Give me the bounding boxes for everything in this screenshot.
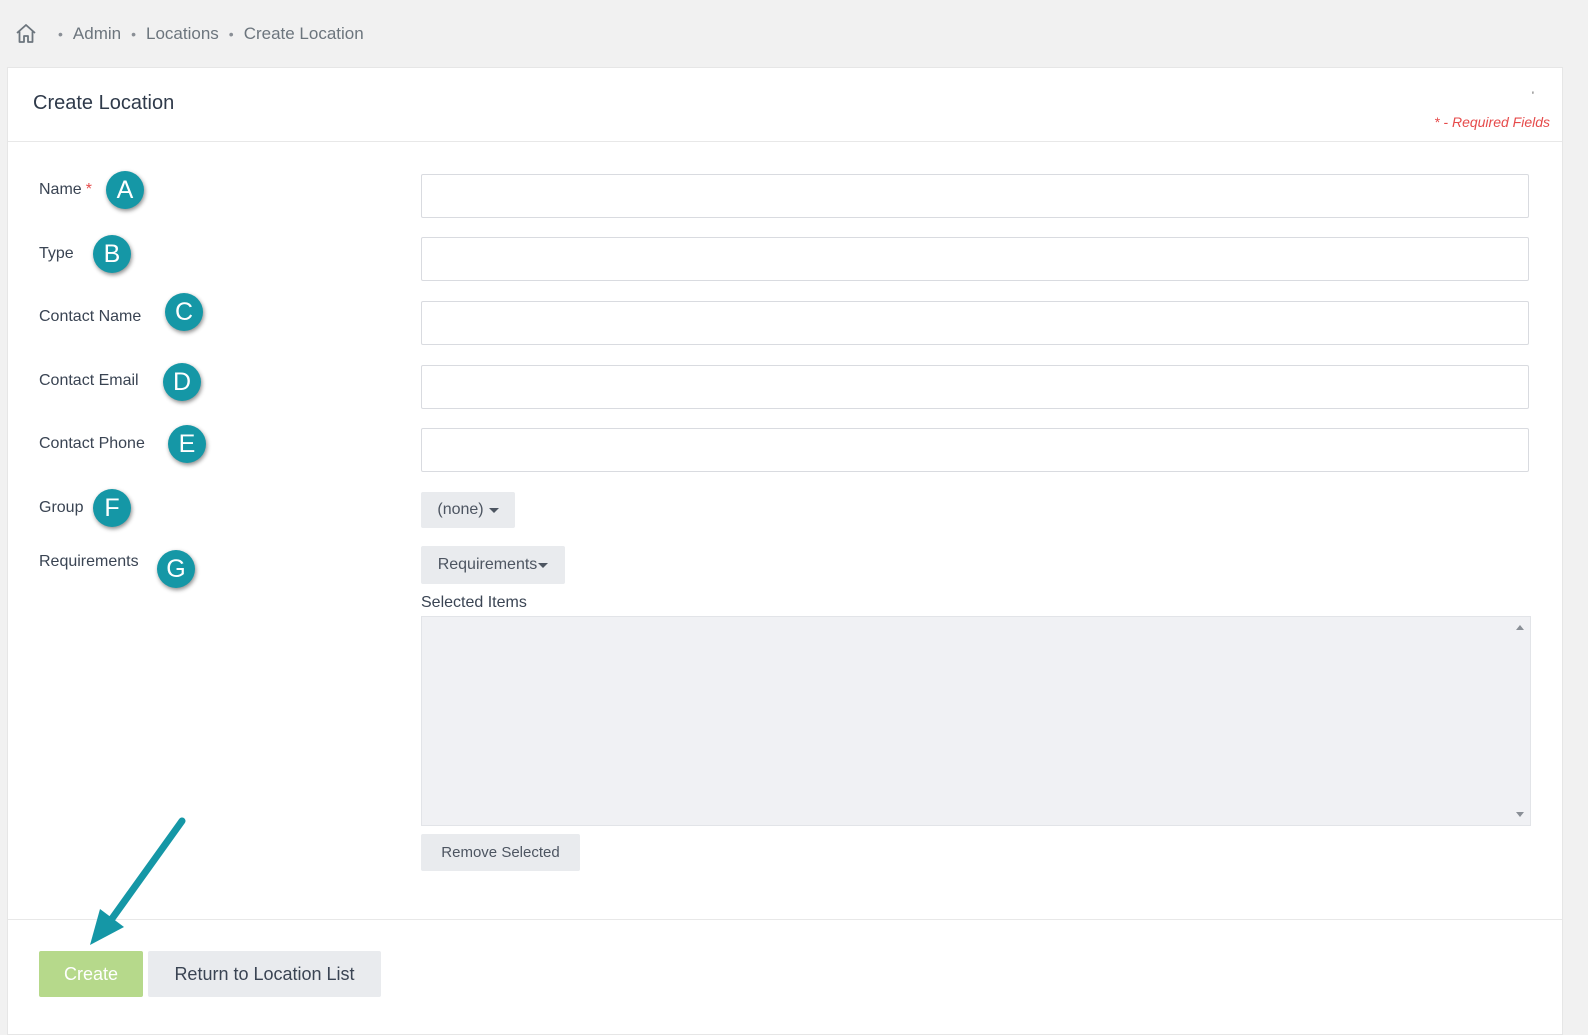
annotation-badge-f: F: [93, 489, 131, 527]
selected-items-label: Selected Items: [421, 594, 527, 611]
requirements-label: Requirements: [39, 553, 139, 570]
chevron-down-icon: [488, 507, 499, 513]
required-star: *: [85, 181, 92, 198]
annotation-badge-c: C: [165, 293, 203, 331]
home-icon[interactable]: [14, 22, 38, 46]
annotation-badge-a: A: [106, 171, 144, 209]
page-title: Create Location: [33, 92, 175, 114]
breadcrumb-admin[interactable]: Admin: [73, 24, 121, 44]
name-input[interactable]: [421, 174, 1529, 218]
scroll-down-icon[interactable]: [1516, 812, 1524, 817]
breadcrumb-separator: •: [58, 26, 63, 42]
contact-email-input[interactable]: [421, 365, 1529, 409]
breadcrumb-locations[interactable]: Locations: [146, 24, 219, 44]
annotation-badge-b: B: [93, 235, 131, 273]
contact-phone-input[interactable]: [421, 428, 1529, 472]
required-fields-note: * - Required Fields: [1434, 114, 1550, 130]
annotation-badge-g: G: [157, 550, 195, 588]
name-label: Name *: [39, 181, 92, 199]
chevron-down-icon: [538, 562, 549, 568]
selected-items-listbox[interactable]: [421, 616, 1531, 826]
type-label: Type: [39, 245, 74, 262]
name-label-text: Name: [39, 181, 82, 198]
requirements-dropdown[interactable]: Requirements: [421, 546, 565, 584]
return-to-location-list-button[interactable]: Return to Location List: [148, 951, 381, 997]
requirements-dropdown-label: Requirements: [437, 556, 538, 573]
contact-name-label: Contact Name: [39, 308, 142, 325]
annotation-badge-d: D: [163, 363, 201, 401]
breadcrumb-separator: •: [131, 26, 136, 42]
breadcrumb-current: Create Location: [243, 24, 364, 43]
contact-name-input[interactable]: [421, 301, 1529, 345]
breadcrumb-separator: •: [228, 26, 234, 42]
create-location-card: Create Location ' * - Required Fields Na…: [7, 67, 1563, 1035]
annotation-badge-e: E: [168, 425, 206, 463]
group-dropdown-value: (none): [437, 501, 484, 518]
type-input[interactable]: [421, 237, 1529, 281]
create-button[interactable]: Create: [39, 951, 143, 997]
breadcrumb: • Admin • Locations • Create Location: [14, 20, 364, 48]
group-dropdown[interactable]: (none): [421, 492, 515, 528]
card-header: Create Location ' * - Required Fields: [8, 68, 1562, 142]
annotation-arrow-icon: [90, 817, 186, 945]
group-label: Group: [39, 499, 84, 516]
scroll-up-icon[interactable]: [1516, 625, 1524, 630]
footer-divider: [8, 919, 1562, 920]
remove-selected-button[interactable]: Remove Selected: [421, 834, 580, 871]
header-tick: ': [1531, 90, 1534, 102]
contact-email-label: Contact Email: [39, 372, 139, 389]
contact-phone-label: Contact Phone: [39, 435, 145, 452]
